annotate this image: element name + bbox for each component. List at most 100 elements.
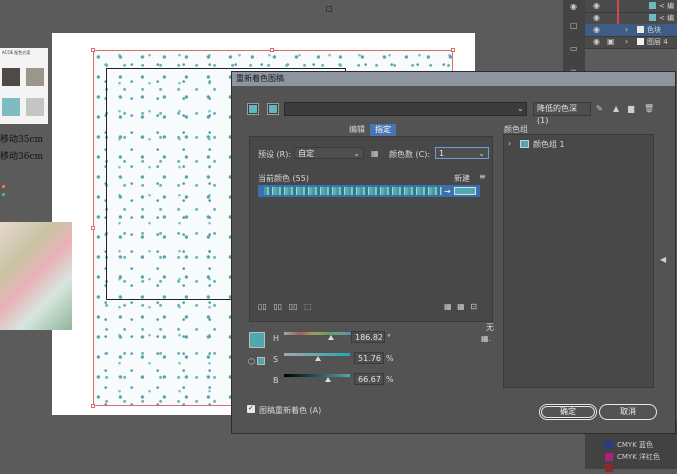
swatch-chip bbox=[605, 453, 613, 461]
tab-edit[interactable]: 编辑 bbox=[344, 124, 370, 136]
swatch-row[interactable] bbox=[605, 464, 617, 474]
new-color-swatch[interactable] bbox=[454, 187, 476, 195]
brightness-slider[interactable] bbox=[284, 374, 350, 384]
palette-swatch bbox=[26, 98, 44, 116]
chevron-right-icon[interactable]: › bbox=[625, 37, 628, 46]
current-colors-label: 当前颜色 (55) bbox=[258, 174, 309, 183]
brush-icon[interactable]: ▢ bbox=[570, 21, 578, 30]
arrow-right-icon[interactable]: → bbox=[444, 187, 451, 196]
color-count-label: 颜色数 (C): bbox=[389, 150, 431, 159]
layer-thumbnail bbox=[649, 14, 656, 21]
preset-options-icon[interactable]: ▦ bbox=[371, 149, 379, 158]
brightness-field[interactable]: 66.67 bbox=[354, 373, 384, 385]
ok-button[interactable]: 确定 bbox=[539, 404, 597, 420]
chevron-down-icon[interactable]: ⌄ bbox=[517, 104, 524, 113]
eye-icon[interactable]: ◉ bbox=[593, 1, 600, 10]
brightness-label: B bbox=[273, 376, 279, 385]
layer-name: < 编 bbox=[659, 14, 675, 22]
layer-thumbnail bbox=[649, 2, 656, 9]
color-mode-icon[interactable]: ⬡ bbox=[248, 357, 255, 366]
delete-icon[interactable]: 🗑 bbox=[644, 104, 654, 113]
tab-assign[interactable]: 指定 bbox=[370, 124, 396, 136]
selection-handle[interactable] bbox=[91, 404, 95, 408]
panel-collapse-icon[interactable]: ◀ bbox=[660, 255, 666, 264]
color-assignment-row[interactable]: → bbox=[258, 185, 480, 197]
color-mode-swatch[interactable] bbox=[257, 357, 265, 365]
chevron-right-icon[interactable]: › bbox=[625, 25, 628, 34]
randomize-order-icon[interactable]: ▦ bbox=[444, 302, 452, 311]
selection-handle[interactable] bbox=[91, 226, 95, 230]
palette-card: ACOE 配色方案 bbox=[0, 48, 48, 124]
swatch-row[interactable]: CMYK 蓝色 bbox=[605, 440, 653, 450]
swatch-chip bbox=[605, 441, 613, 449]
selection-handle[interactable] bbox=[270, 48, 274, 52]
find-color-icon[interactable]: ⊡ bbox=[470, 302, 477, 311]
randomize-saturation-icon[interactable]: ▦ bbox=[457, 302, 465, 311]
brightness-slider-thumb[interactable] bbox=[325, 377, 332, 382]
color-group-name-field[interactable] bbox=[284, 102, 527, 116]
merge-colors-icon[interactable]: ▯▯ bbox=[258, 302, 267, 311]
preset-select[interactable]: 自定 ⌄ bbox=[294, 147, 364, 159]
new-folder-icon[interactable]: ▆ bbox=[628, 104, 634, 113]
palette-swatch bbox=[26, 68, 44, 86]
dialog-title: 重新着色图稿 bbox=[232, 72, 675, 86]
stroke-icon[interactable]: ▭ bbox=[570, 44, 578, 53]
new-row-icon[interactable]: ⬚ bbox=[304, 302, 312, 311]
current-color-strip bbox=[264, 187, 442, 195]
hue-slider-thumb[interactable] bbox=[327, 335, 334, 340]
color-group-folder-icon bbox=[520, 140, 529, 148]
recolor-checkbox-label: 图稿重新着色 (A) bbox=[259, 406, 322, 415]
corner-mark bbox=[326, 6, 332, 12]
exclude-colors-icon[interactable]: ▯▯ bbox=[289, 302, 298, 311]
selected-color-swatch[interactable] bbox=[249, 332, 265, 348]
eye-icon[interactable]: ◉ bbox=[593, 13, 600, 22]
get-colors-button[interactable] bbox=[247, 103, 259, 115]
color-group-row[interactable]: › 颜色组 1 bbox=[508, 138, 648, 150]
swatch-row[interactable]: CMYK 洋红色 bbox=[605, 452, 660, 462]
swatch-label: CMYK 蓝色 bbox=[617, 441, 654, 449]
preset-label: 预设 (R): bbox=[258, 150, 292, 159]
swatch-chip bbox=[605, 464, 613, 472]
check-icon: ✓ bbox=[248, 404, 254, 412]
none-label: 无 bbox=[486, 323, 494, 332]
chevron-down-icon: ⌄ bbox=[478, 149, 485, 158]
assign-tools-right: ▦ ▦ ⊡ bbox=[444, 302, 477, 311]
layer-row[interactable]: ◉ ▣ › 图层 4 bbox=[585, 36, 677, 49]
brightness-slider-track bbox=[284, 374, 350, 377]
color-library-field[interactable]: 降低的色深 (1) bbox=[533, 102, 591, 125]
preset-value: 自定 bbox=[298, 149, 314, 158]
saturation-slider-thumb[interactable] bbox=[315, 356, 322, 361]
swatch-label: CMYK 洋红色 bbox=[617, 453, 661, 461]
hue-unit: ° bbox=[387, 333, 391, 342]
chevron-right-icon[interactable]: › bbox=[508, 139, 511, 148]
appearance-icon[interactable]: ◉ bbox=[570, 2, 577, 11]
selection-handle[interactable] bbox=[451, 48, 455, 52]
color-group-name: 颜色组 1 bbox=[533, 140, 565, 149]
palette-swatch bbox=[2, 68, 20, 86]
saturation-slider[interactable] bbox=[284, 353, 350, 363]
new-colors-label: 新建 bbox=[454, 174, 470, 183]
cancel-button[interactable]: 取消 bbox=[599, 404, 657, 420]
layer-thumbnail bbox=[637, 38, 644, 45]
separate-colors-icon[interactable]: ▯▯ bbox=[273, 302, 282, 311]
reference-photo bbox=[0, 222, 72, 330]
saturation-label: S bbox=[273, 355, 279, 364]
layer-color-tab bbox=[617, 0, 619, 12]
eye-icon[interactable]: ◉ bbox=[593, 25, 600, 34]
layer-name: < 编 bbox=[659, 2, 675, 10]
save-group-icon[interactable]: ▲ bbox=[613, 104, 619, 113]
menu-icon[interactable]: ≡ bbox=[479, 172, 486, 181]
eyedropper-icon[interactable]: ✎ bbox=[596, 104, 603, 113]
layer-thumbnail bbox=[637, 26, 644, 33]
color-count-select[interactable]: 1 ⌄ bbox=[435, 147, 489, 159]
lock-icon[interactable]: ▣ bbox=[607, 37, 615, 46]
hue-field[interactable]: 186.82 bbox=[351, 331, 385, 343]
current-colors-button[interactable] bbox=[267, 103, 279, 115]
eye-icon[interactable]: ◉ bbox=[593, 37, 600, 46]
layer-color-tab bbox=[617, 12, 619, 24]
swatch-library-icon[interactable]: ▦. bbox=[481, 334, 491, 343]
side-note-2: 移动36cm bbox=[0, 152, 44, 162]
marker-dot bbox=[2, 193, 5, 196]
selection-handle[interactable] bbox=[91, 48, 95, 52]
saturation-field[interactable]: 51.76 bbox=[354, 352, 384, 364]
